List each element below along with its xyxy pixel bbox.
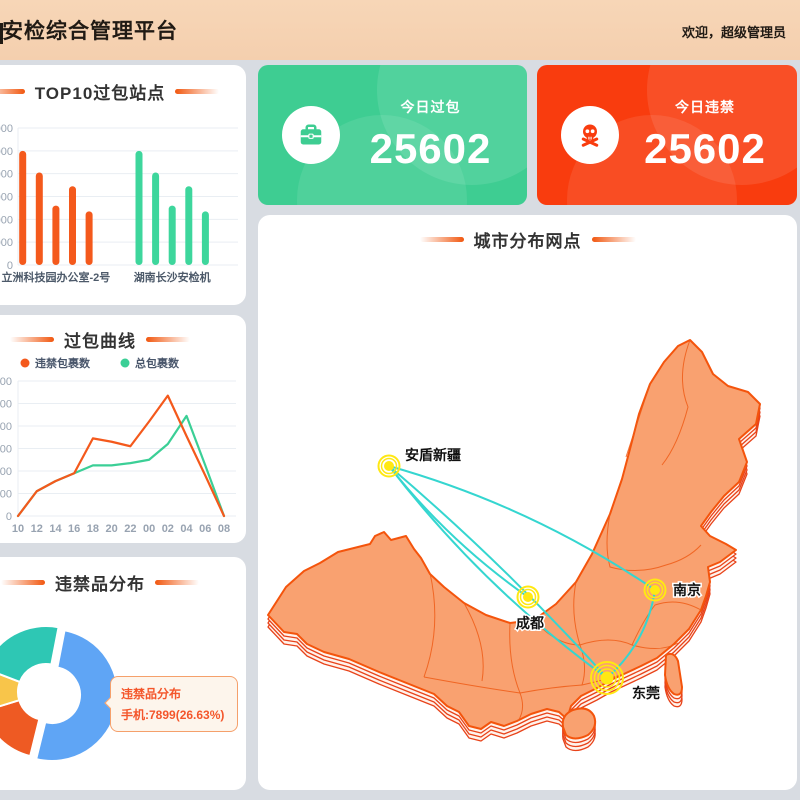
svg-text:成都: 成都 — [516, 615, 544, 631]
donut-tooltip: 违禁品分布 手机:7899(26.63%) — [110, 676, 238, 732]
svg-text:6000: 6000 — [0, 376, 12, 388]
svg-text:0: 0 — [7, 260, 13, 272]
bar-1-3[interactable] — [185, 186, 192, 265]
pass-curve-line-chart[interactable]: 违禁包裹数总包裹数0100020003000400050006000101214… — [0, 315, 246, 543]
svg-text:2000: 2000 — [0, 214, 13, 226]
svg-text:04: 04 — [180, 523, 193, 535]
stat-label: 今日违禁 — [619, 97, 791, 117]
bar-0-1[interactable] — [36, 173, 43, 265]
top10-bar-chart[interactable]: 0 1000 2000 3000 4000 5000 6000 立洲科技园办公室-2号 湖南长沙… — [0, 65, 246, 305]
svg-text:南京: 南京 — [673, 582, 701, 598]
svg-text:02: 02 — [162, 523, 174, 535]
svg-text:3000: 3000 — [0, 444, 12, 456]
app-header: 安检综合管理平台 欢迎，超级管理员 — [0, 0, 800, 60]
city-marker-2[interactable] — [645, 580, 666, 601]
svg-text:0: 0 — [6, 511, 12, 523]
panel-pass-curve: 过包曲线 违禁包裹数总包裹数01000200030004000500060001… — [0, 315, 246, 543]
welcome-text: 欢迎，超级管理员 — [682, 22, 786, 41]
panel-top10-stations: TOP10过包站点 0100020003000400050006000立洲科技园… — [0, 65, 246, 305]
briefcase-icon — [282, 106, 340, 164]
donut-slice-3[interactable] — [0, 626, 59, 682]
bar-1-2[interactable] — [169, 206, 176, 265]
bar-1-1[interactable] — [152, 173, 159, 265]
stat-value: 25602 — [340, 125, 521, 173]
stat-label: 今日过包 — [340, 97, 521, 117]
app-title: 安检综合管理平台 — [2, 15, 178, 45]
svg-text:5000: 5000 — [0, 399, 12, 411]
svg-text:14: 14 — [49, 523, 62, 535]
bar-0-3[interactable] — [69, 186, 76, 265]
city-marker-1[interactable] — [518, 587, 539, 608]
svg-text:18: 18 — [87, 523, 99, 535]
stat-card-forbidden-today: 今日违禁 25602 — [537, 65, 797, 205]
stat-value: 25602 — [619, 125, 791, 173]
stat-card-pass-today: 今日过包 25602 — [258, 65, 527, 205]
svg-text:4000: 4000 — [0, 421, 12, 433]
svg-text:20: 20 — [106, 523, 118, 535]
svg-text:5000: 5000 — [0, 146, 13, 158]
panel-contraband-distribution: 违禁品分布 违禁品分布 手机:7899(26.63%) — [0, 557, 246, 790]
clipped-title-glyph — [0, 23, 3, 44]
city-marker-0[interactable] — [379, 456, 400, 477]
svg-text:10: 10 — [12, 523, 24, 535]
svg-text:22: 22 — [124, 523, 136, 535]
skull-icon — [561, 106, 619, 164]
svg-text:湖南长沙安检机: 湖南长沙安检机 — [134, 270, 211, 284]
svg-text:总包裹数: 总包裹数 — [135, 356, 180, 370]
svg-text:1000: 1000 — [0, 489, 12, 501]
bar-1-4[interactable] — [202, 211, 209, 265]
svg-text:安盾新疆: 安盾新疆 — [405, 447, 461, 463]
svg-text:违禁包裹数: 违禁包裹数 — [35, 356, 91, 370]
bar-0-0[interactable] — [19, 151, 26, 265]
svg-text:1000: 1000 — [0, 237, 13, 249]
svg-text:4000: 4000 — [0, 169, 13, 181]
donut-slice-1[interactable] — [0, 700, 39, 756]
panel-city-network-map: 城市分布网点 安盾新疆成都南京东莞 — [258, 215, 797, 790]
bar-0-4[interactable] — [86, 211, 93, 265]
svg-text:12: 12 — [31, 523, 43, 535]
svg-text:6000: 6000 — [0, 123, 13, 135]
svg-text:3000: 3000 — [0, 192, 13, 204]
bar-0-2[interactable] — [52, 206, 59, 265]
svg-text:16: 16 — [68, 523, 80, 535]
bar-1-0[interactable] — [136, 151, 143, 265]
svg-text:06: 06 — [199, 523, 211, 535]
svg-text:08: 08 — [218, 523, 230, 535]
svg-text:2000: 2000 — [0, 466, 12, 478]
china-map[interactable]: 安盾新疆成都 南京东莞 — [258, 215, 797, 790]
svg-text:东莞: 东莞 — [632, 685, 660, 701]
svg-text:00: 00 — [143, 523, 155, 535]
svg-text:立洲科技园办公室-2号: 立洲科技园办公室-2号 — [2, 270, 111, 284]
contraband-donut-chart[interactable] — [0, 557, 246, 790]
